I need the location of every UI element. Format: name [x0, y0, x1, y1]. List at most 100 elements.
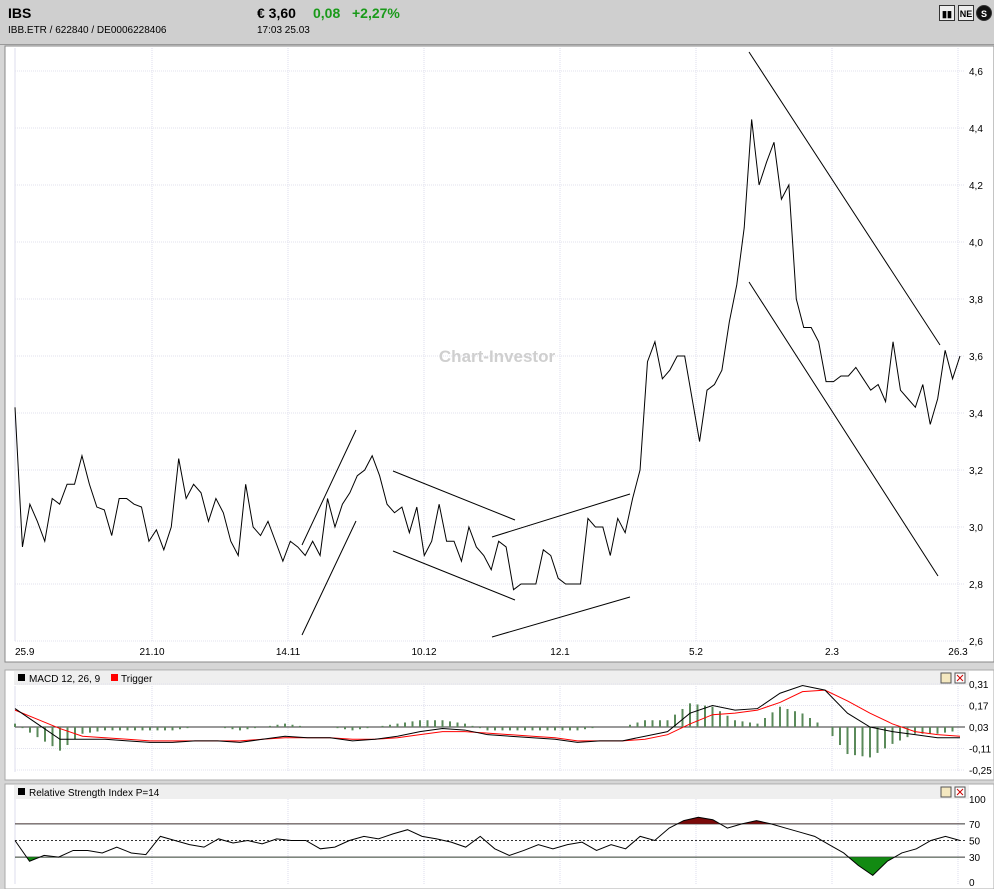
y-tick-label: 4,6	[969, 67, 983, 78]
histogram-bar	[104, 727, 106, 731]
macd-settings-icon[interactable]	[940, 672, 952, 684]
y-tick-label: -0,25	[969, 766, 992, 777]
histogram-bar	[801, 713, 804, 727]
trigger-legend: Trigger	[121, 674, 153, 685]
y-tick-label: 4,4	[969, 124, 983, 135]
y-tick-label: 4,2	[969, 181, 983, 192]
y-tick-label: 3,6	[969, 352, 983, 363]
rsi-close-icon[interactable]	[954, 786, 966, 798]
y-tick-label: 50	[969, 837, 981, 848]
histogram-bar	[81, 727, 84, 734]
histogram-bar	[936, 727, 939, 734]
histogram-bar	[951, 727, 954, 732]
x-tick-label: 26.3	[948, 647, 968, 658]
histogram-bar	[29, 727, 31, 733]
histogram-bar	[21, 727, 24, 729]
histogram-bar	[636, 722, 639, 727]
x-tick-label: 5.2	[689, 647, 703, 658]
rsi-settings-icon[interactable]	[940, 786, 952, 798]
histogram-bar	[89, 727, 91, 733]
histogram-bar	[666, 720, 669, 727]
macd-legend: MACD 12, 26, 9	[29, 674, 101, 685]
histogram-bar	[389, 724, 391, 727]
histogram-bar	[96, 727, 99, 732]
histogram-bar	[404, 722, 406, 727]
histogram-bar	[539, 727, 541, 731]
histogram-bar	[111, 727, 114, 731]
histogram-bar	[651, 720, 654, 727]
macd-panel	[4, 669, 994, 781]
histogram-bar	[719, 711, 721, 727]
histogram-bar	[486, 727, 489, 731]
x-tick-label: 21.10	[139, 647, 164, 658]
histogram-bar	[569, 727, 571, 731]
histogram-bar	[659, 720, 661, 727]
histogram-bar	[119, 727, 121, 731]
histogram-bar	[359, 727, 361, 730]
histogram-bar	[681, 708, 684, 727]
histogram-bar	[186, 727, 189, 729]
y-tick-label: 0,03	[969, 723, 989, 734]
rsi-legend-swatch	[18, 788, 25, 795]
histogram-bar	[831, 727, 834, 737]
histogram-bar	[164, 727, 166, 731]
histogram-bar	[816, 722, 819, 727]
histogram-bar	[276, 724, 279, 727]
histogram-bar	[854, 727, 856, 756]
trigger-legend-swatch	[111, 674, 118, 681]
histogram-bar	[434, 720, 436, 727]
histogram-bar	[366, 727, 369, 729]
histogram-bar	[944, 727, 946, 733]
histogram-bar	[396, 723, 399, 727]
y-tick-label: -0,11	[969, 745, 991, 756]
histogram-bar	[734, 720, 736, 727]
histogram-bar	[869, 727, 871, 758]
histogram-bar	[134, 727, 136, 731]
histogram-bar	[561, 727, 564, 731]
histogram-bar	[509, 727, 511, 731]
histogram-bar	[344, 727, 346, 730]
macd-header	[14, 671, 969, 685]
x-tick-label: 25.9	[15, 647, 35, 658]
histogram-bar	[494, 727, 496, 731]
y-tick-label: 2,6	[969, 637, 983, 648]
histogram-bar	[846, 727, 849, 755]
chart-area: Chart-Investor 25.9 21.10 14.11 10.12 12.1 5.…	[4, 45, 994, 889]
histogram-bar	[456, 722, 459, 727]
histogram-bar	[794, 711, 796, 727]
histogram-bar	[629, 724, 631, 727]
histogram-bar	[749, 722, 751, 727]
y-tick-label: 2,8	[969, 580, 983, 591]
histogram-bar	[14, 723, 16, 727]
histogram-bar	[501, 727, 504, 731]
y-tick-label: 100	[969, 795, 986, 806]
histogram-bar	[246, 727, 249, 730]
histogram-bar	[756, 723, 759, 727]
histogram-bar	[36, 727, 39, 738]
macd-close-icon[interactable]	[954, 672, 966, 684]
rsi-panel	[4, 783, 994, 889]
histogram-bar	[284, 723, 286, 727]
histogram-bar	[411, 721, 414, 727]
histogram-bar	[441, 720, 444, 727]
y-tick-label: 3,4	[969, 409, 983, 420]
macd-legend-swatch	[18, 674, 25, 681]
histogram-bar	[351, 727, 354, 731]
histogram-bar	[231, 727, 234, 730]
histogram-bar	[839, 727, 841, 746]
x-tick-label: 10.12	[411, 647, 436, 658]
histogram-bar	[764, 717, 766, 727]
y-tick-label: 3,8	[969, 295, 983, 306]
histogram-bar	[426, 720, 429, 727]
histogram-bar	[644, 720, 646, 727]
histogram-bar	[914, 727, 916, 734]
histogram-bar	[126, 727, 129, 731]
x-tick-label: 12.1	[550, 647, 570, 658]
histogram-bar	[531, 727, 534, 731]
histogram-bar	[554, 727, 556, 731]
histogram-bar	[471, 725, 474, 727]
histogram-bar	[419, 720, 421, 727]
watermark: Chart-Investor	[439, 347, 556, 366]
histogram-bar	[516, 727, 519, 731]
histogram-bar	[224, 727, 226, 729]
